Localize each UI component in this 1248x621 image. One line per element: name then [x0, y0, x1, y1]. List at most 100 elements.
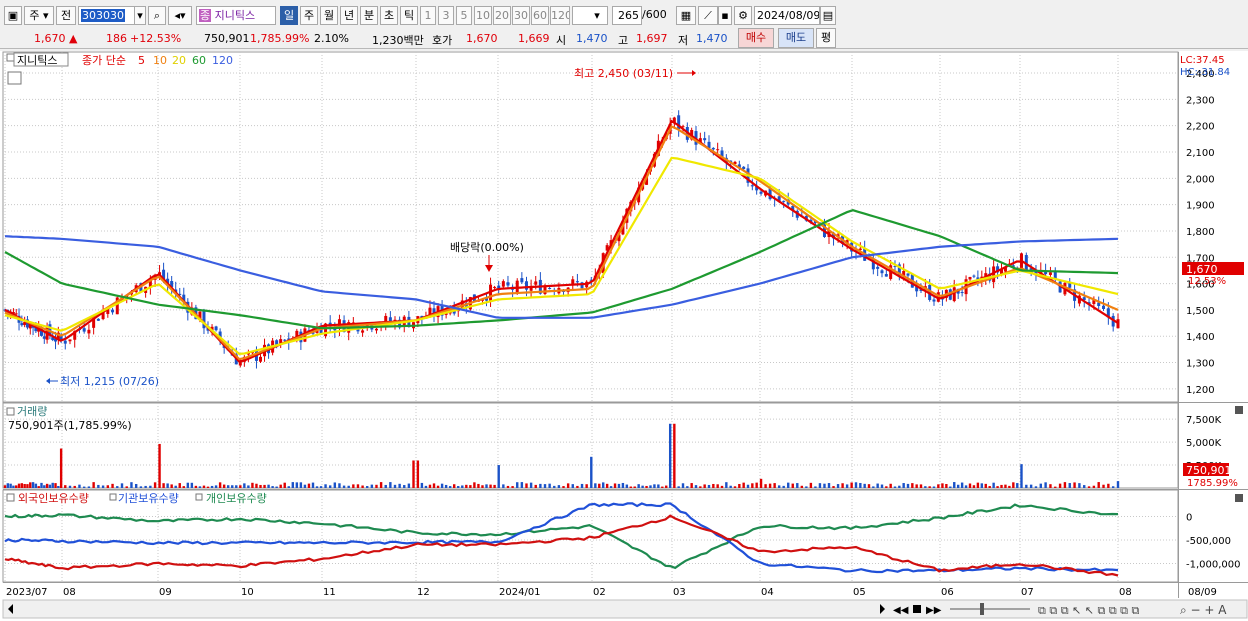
volume-bar	[54, 483, 57, 488]
volume-bar	[267, 484, 270, 488]
volume-bar	[707, 484, 711, 488]
grid-tools-icon[interactable]: ▦	[676, 6, 696, 25]
buy-button[interactable]: 매수	[738, 28, 774, 48]
volume-bar	[941, 483, 944, 488]
volume-bar	[78, 484, 81, 488]
interval-60-button[interactable]: 60	[531, 6, 549, 25]
volume-bar	[259, 484, 262, 488]
interval-20-button[interactable]: 20	[493, 6, 511, 25]
volume-bar	[149, 485, 152, 488]
prev-button[interactable]: 전	[56, 6, 76, 25]
custom-interval-select[interactable]: ▾	[572, 6, 608, 25]
volume-current-tag-text: 750,901	[1186, 464, 1232, 477]
volume-bar	[271, 486, 274, 488]
volume-bar	[686, 486, 689, 488]
volume-bar	[26, 484, 29, 488]
period-week-tab[interactable]: 주	[300, 6, 318, 25]
interval-10-button[interactable]: 10	[474, 6, 492, 25]
interval-3-button[interactable]: 3	[438, 6, 454, 25]
period-minute-tab[interactable]: 분	[360, 6, 378, 25]
zoom-tools-icons[interactable]: ⌕ − + A	[1180, 603, 1227, 617]
price-panel[interactable]	[2, 51, 1179, 403]
price-tick-label: 1,500	[1186, 306, 1215, 317]
volume-bar	[1000, 484, 1003, 488]
min-price-label: 최저 1,215 (07/26)	[60, 375, 159, 388]
volume-bar	[850, 482, 853, 488]
calendar-icon[interactable]: ▤	[820, 6, 836, 25]
candle-body	[506, 282, 510, 286]
price-y-axis: 2,4002,3002,2002,1002,0001,9001,8001,700…	[1186, 69, 1215, 396]
candle-body	[374, 328, 378, 331]
count-total: /600	[642, 8, 667, 21]
interval-120-button[interactable]: 120	[550, 6, 570, 25]
volume-bar	[818, 483, 822, 488]
volume-bar	[247, 485, 250, 488]
volume-bar	[836, 484, 840, 488]
volume-bar	[661, 486, 664, 488]
table-toggle-icon[interactable]	[7, 71, 22, 85]
bid-price: 1,669	[518, 32, 550, 45]
sell-button[interactable]: 매도	[778, 28, 814, 48]
volume-bar	[158, 443, 161, 488]
speaker-icon[interactable]: ◂▾	[168, 6, 192, 25]
gear-icon[interactable]: ⚙	[734, 6, 752, 25]
interval-5-button[interactable]: 5	[456, 6, 472, 25]
volume-bar	[1029, 484, 1033, 488]
volume-bar	[548, 483, 551, 488]
volume-bar	[366, 486, 369, 488]
volume-bar	[602, 482, 605, 488]
interval-30-button[interactable]: 30	[512, 6, 530, 25]
window-menu-icon[interactable]: ▣	[4, 6, 22, 25]
candle-body	[1048, 272, 1052, 275]
volume-bar	[139, 486, 143, 488]
volume-bar	[1083, 485, 1086, 488]
rewind-icon[interactable]: ◀◀	[893, 605, 909, 616]
volume-bar	[1025, 484, 1028, 488]
volume-bar	[681, 483, 685, 488]
date-tick-label: 08	[63, 587, 76, 598]
code-dropdown-icon[interactable]: ▾	[134, 6, 146, 25]
volume-bar	[398, 483, 401, 488]
volume-bar	[787, 482, 790, 488]
chart-svg[interactable]: 2,4002,3002,2002,1002,0001,9001,8001,700…	[0, 51, 1248, 621]
interval-1-button[interactable]: 1	[420, 6, 436, 25]
fast-forward-icon[interactable]: ▶▶	[926, 605, 942, 616]
volume-bar	[311, 482, 315, 488]
unit-label: 주	[29, 9, 40, 22]
period-second-tab[interactable]: 초	[380, 6, 398, 25]
draw-tools-icon[interactable]: ⟋	[698, 6, 718, 25]
search-icon[interactable]: ⌕	[148, 6, 166, 25]
zoom-slider-thumb[interactable]	[980, 603, 984, 615]
period-month-tab[interactable]: 월	[320, 6, 338, 25]
volume-bar	[1097, 482, 1100, 488]
volume-close-icon[interactable]	[1235, 406, 1243, 414]
volume-bar	[968, 483, 972, 488]
volume-bar	[996, 486, 999, 488]
stop-icon[interactable]	[913, 605, 921, 613]
candle-body	[524, 281, 528, 290]
ma10-legend: 10	[153, 54, 167, 67]
volume-bar	[328, 485, 332, 488]
date-tick-label: 05	[853, 587, 866, 598]
hoga-label: 호가	[432, 34, 453, 47]
date-input[interactable]: 2024/08/09	[754, 6, 820, 25]
holding-close-icon[interactable]	[1235, 494, 1243, 502]
save-icon[interactable]: ▪	[718, 6, 732, 25]
count-input[interactable]: 265	[612, 6, 642, 25]
candle-body	[501, 281, 505, 287]
period-year-tab[interactable]: 년	[340, 6, 358, 25]
volume-bar	[694, 485, 698, 488]
unit-select[interactable]: 주 ▾	[24, 6, 54, 25]
volume-bar	[333, 482, 337, 488]
volume-bar	[633, 486, 636, 488]
period-tick-tab[interactable]: 틱	[400, 6, 418, 25]
candle-body	[742, 166, 746, 170]
period-day-tab[interactable]: 일	[280, 6, 298, 25]
volume-bar	[609, 486, 613, 488]
stock-name-field[interactable]: 종 지니틱스	[196, 6, 276, 25]
chart-tools-icons[interactable]: ⧉ ⧉ ⧉ ↖ ↖ ⧉ ⧉ ⧉ ⧉	[1038, 604, 1140, 617]
price-tick-label: 1,900	[1186, 201, 1215, 212]
eval-button[interactable]: 평	[816, 28, 836, 48]
volume-bar	[324, 484, 327, 488]
price-tick-label: 1,800	[1186, 227, 1215, 238]
